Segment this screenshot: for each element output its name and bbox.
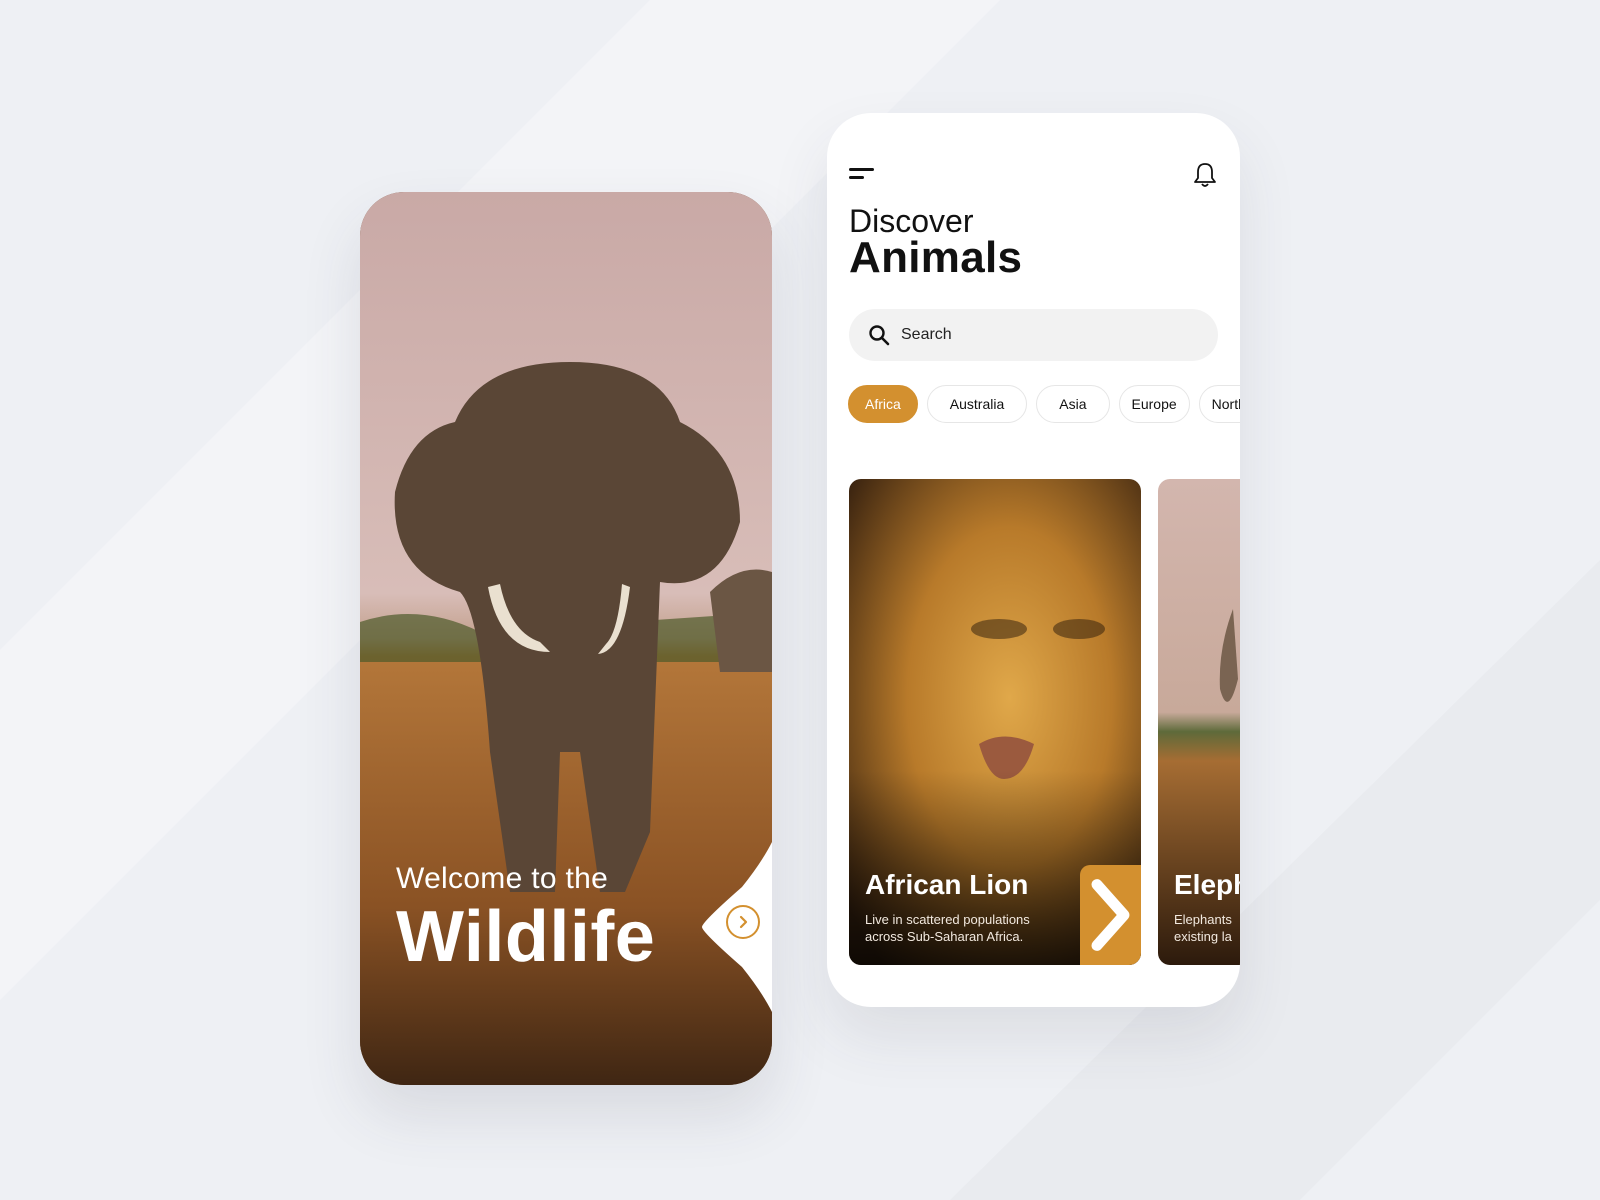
bell-icon [1194, 163, 1216, 187]
card-description-line: Live in scattered populations [865, 912, 1030, 927]
region-chip-north[interactable]: North [1198, 385, 1240, 423]
menu-icon [849, 168, 874, 171]
animal-card-elephant[interactable]: Elephant Elephants existing la [1158, 479, 1240, 965]
region-filter: Africa Australia Asia Europe North [848, 385, 1240, 423]
card-title: Elephant [1174, 869, 1240, 900]
region-chip-europe[interactable]: Europe [1118, 385, 1190, 423]
open-card-button[interactable] [1080, 865, 1141, 965]
card-description: Live in scattered populations across Sub… [865, 911, 1075, 945]
card-title: African Lion [865, 869, 1029, 900]
onboarding-screen: Welcome to the Wildlife [360, 192, 772, 1085]
welcome-subtitle: Welcome to the [396, 862, 609, 895]
animal-card-lion[interactable]: African Lion Live in scattered populatio… [849, 479, 1141, 965]
notifications-button[interactable] [1192, 161, 1218, 189]
welcome-title: Wildlife [396, 897, 656, 977]
region-chip-africa[interactable]: Africa [848, 385, 918, 423]
heading-animals: Animals [849, 233, 1023, 282]
menu-button[interactable] [849, 168, 877, 188]
card-description-line: across Sub-Saharan Africa. [865, 929, 1024, 944]
card-description: Elephants existing la [1174, 911, 1240, 945]
region-chip-asia[interactable]: Asia [1036, 385, 1110, 423]
next-button[interactable] [726, 905, 760, 939]
search-bar[interactable] [849, 309, 1218, 361]
menu-icon-line [849, 176, 864, 179]
discover-screen: Discover Animals Africa Australia Asia E… [827, 113, 1240, 1007]
region-chip-australia[interactable]: Australia [926, 385, 1028, 423]
welcome-text: Welcome to the Wildlife [396, 862, 655, 976]
background-decoration [0, 0, 1600, 1200]
chevron-right-icon [1091, 879, 1130, 951]
search-icon [869, 325, 890, 346]
card-description-line: Elephants [1174, 912, 1232, 927]
chevron-right-icon [739, 915, 748, 929]
search-input[interactable] [899, 325, 1203, 345]
card-description-line: existing la [1174, 929, 1232, 944]
